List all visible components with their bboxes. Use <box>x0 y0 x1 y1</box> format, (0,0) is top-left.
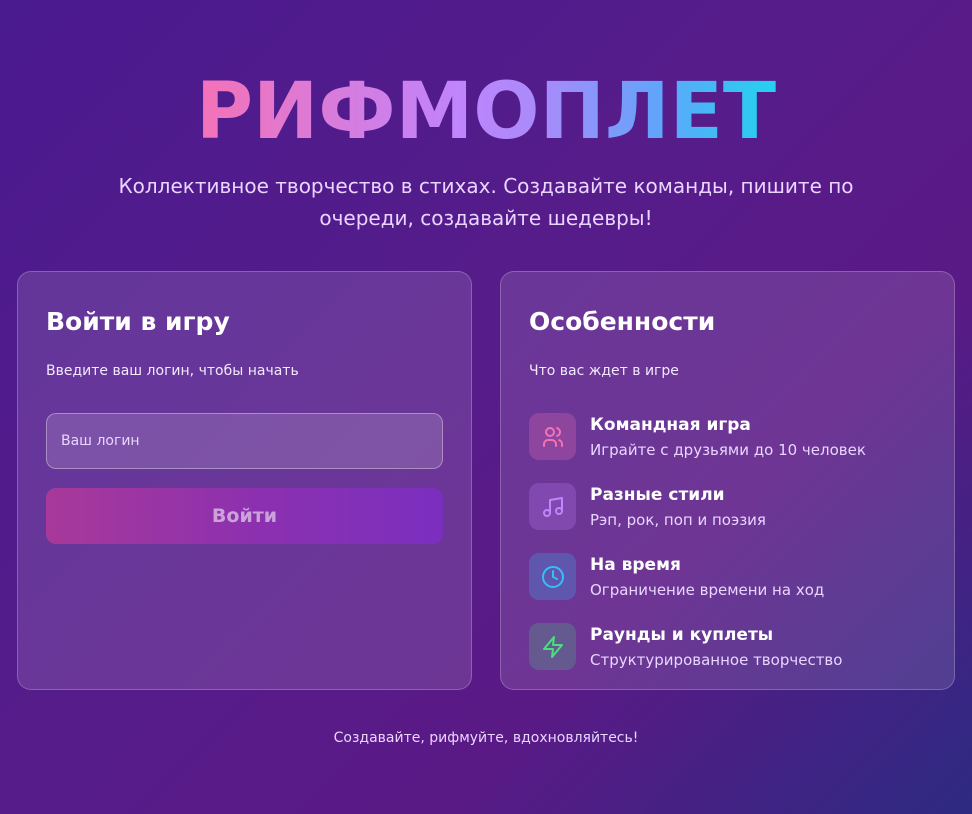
features-card: Особенности Что вас ждет в игре Командна… <box>500 271 955 690</box>
lightning-icon <box>529 623 576 670</box>
login-input[interactable] <box>46 413 443 469</box>
login-card: Войти в игру Введите ваш логин, чтобы на… <box>17 271 472 690</box>
features-list: Командная игра Играйте с друзьями до 10 … <box>529 413 926 693</box>
feature-title: Раунды и куплеты <box>590 625 774 645</box>
login-title: Войти в игру <box>46 307 230 336</box>
feature-title: Командная игра <box>590 415 751 435</box>
feature-item-rounds: Раунды и куплеты Структурированное творч… <box>529 623 926 693</box>
footer-text: Создавайте, рифмуйте, вдохновляйтесь! <box>333 730 639 746</box>
clock-icon <box>529 553 576 600</box>
feature-description: Играйте с друзьями до 10 человек <box>590 441 866 459</box>
music-icon <box>529 483 576 530</box>
feature-item-styles: Разные стили Рэп, рок, поп и поэзия <box>529 483 926 553</box>
users-icon <box>529 413 576 460</box>
feature-description: Ограничение времени на ход <box>590 581 825 599</box>
feature-title: На время <box>590 555 681 575</box>
features-subtitle: Что вас ждет в игре <box>529 363 679 379</box>
feature-description: Структурированное творчество <box>590 651 843 669</box>
login-subtitle: Введите ваш логин, чтобы начать <box>46 363 299 379</box>
feature-description: Рэп, рок, поп и поэзия <box>590 511 766 529</box>
login-button[interactable]: Войти <box>46 488 443 544</box>
feature-item-team: Командная игра Играйте с друзьями до 10 … <box>529 413 926 483</box>
feature-title: Разные стили <box>590 485 725 505</box>
features-title: Особенности <box>529 307 716 336</box>
feature-item-time: На время Ограничение времени на ход <box>529 553 926 623</box>
app-subtitle: Коллективное творчество в стихах. Создав… <box>118 174 854 230</box>
app-title: РИФМОПЛЕТ <box>195 67 777 157</box>
